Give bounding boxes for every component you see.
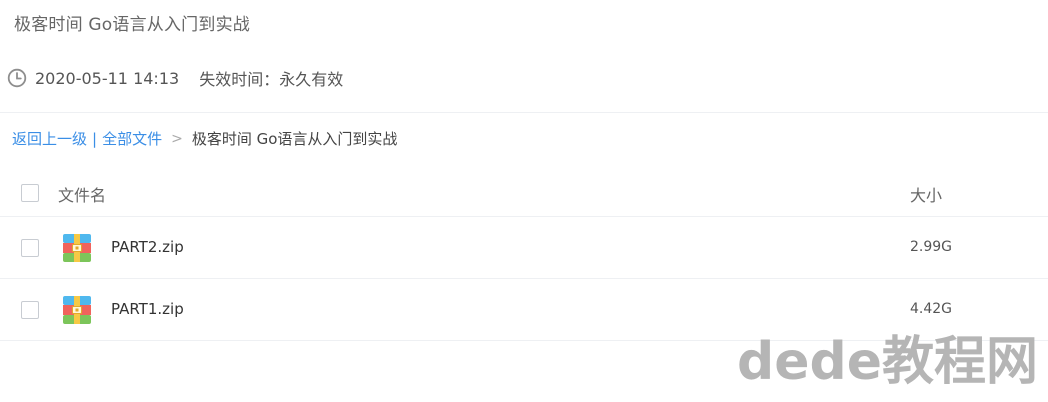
header-size[interactable]: 大小 — [910, 182, 942, 206]
breadcrumb-pipe: | — [92, 129, 98, 148]
file-table: 文件名 大小 PART2.zip 2.99G PART1.zip 4.42G — [0, 164, 1048, 341]
watermark: dede教程网 — [737, 332, 1038, 392]
share-title: 极客时间 Go语言从入门到实战 — [14, 15, 250, 35]
zip-archive-icon — [62, 295, 92, 325]
row-checkbox[interactable] — [21, 239, 39, 257]
file-size: 2.99G — [910, 239, 953, 255]
share-date: 2020-05-11 14:13 — [35, 68, 180, 88]
clock-icon — [7, 68, 27, 88]
all-files-link[interactable]: 全部文件 — [102, 128, 162, 149]
file-name[interactable]: PART2.zip — [111, 238, 184, 256]
file-name[interactable]: PART1.zip — [111, 300, 184, 318]
zip-archive-icon — [62, 233, 92, 263]
breadcrumb-arrow: > — [171, 130, 183, 147]
breadcrumb-current: 极客时间 Go语言从入门到实战 — [191, 130, 398, 148]
back-link[interactable]: 返回上一级 — [12, 128, 87, 149]
file-size: 4.42G — [910, 301, 953, 317]
select-all-checkbox[interactable] — [21, 184, 39, 202]
table-row[interactable]: PART2.zip 2.99G — [0, 217, 1048, 279]
row-checkbox[interactable] — [21, 301, 39, 319]
breadcrumb: 返回上一级 | 全部文件 > 极客时间 Go语言从入门到实战 — [12, 128, 397, 149]
share-meta: 2020-05-11 14:13 失效时间：永久有效 — [7, 66, 343, 90]
divider — [0, 112, 1048, 113]
table-header: 文件名 大小 — [0, 164, 1048, 217]
share-expiry: 失效时间：永久有效 — [199, 70, 344, 89]
header-name[interactable]: 文件名 — [58, 182, 106, 206]
share-page: 极客时间 Go语言从入门到实战 2020-05-11 14:13 失效时间：永久… — [0, 0, 1048, 402]
